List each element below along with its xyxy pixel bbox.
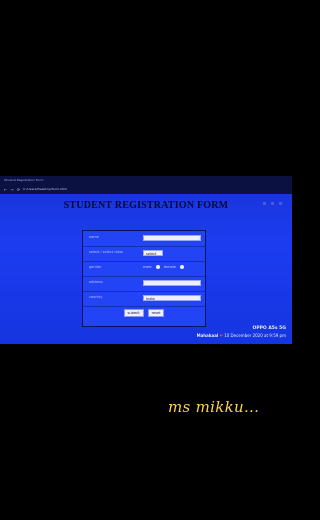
gender-radio-group: male female bbox=[143, 265, 184, 269]
reset-button[interactable]: reset bbox=[147, 309, 165, 317]
gender-option-female-label: female bbox=[163, 265, 176, 269]
form-row-country: country India bbox=[83, 291, 205, 307]
camera-watermark-meta: Mahakaal ❤ 10 December 2020 at 9:59 pm bbox=[197, 333, 286, 338]
heart-icon: ❤ bbox=[219, 333, 223, 338]
name-input[interactable] bbox=[143, 235, 201, 241]
address-bar: ← → ⟳ C:/Users/Desktop/form.html bbox=[4, 185, 288, 193]
address-input[interactable] bbox=[143, 280, 201, 286]
submit-button[interactable]: submit bbox=[123, 309, 144, 317]
gender-label: gender bbox=[89, 265, 102, 269]
window-controls bbox=[263, 202, 282, 205]
form-row-gender: gender male female bbox=[83, 261, 205, 277]
address-label: address bbox=[89, 280, 103, 284]
close-icon[interactable] bbox=[279, 202, 282, 205]
course-select[interactable]: select bbox=[143, 250, 163, 256]
browser-toolbar: Student Registration Form ← → ⟳ C:/Users… bbox=[0, 176, 292, 194]
story-caption: ms mikku... bbox=[168, 398, 260, 416]
country-label: country bbox=[89, 295, 103, 299]
watermark-name: Mahakaal bbox=[196, 333, 219, 338]
reload-icon[interactable]: ⟳ bbox=[17, 187, 20, 192]
country-input[interactable]: India bbox=[143, 295, 201, 301]
course-label: select / select class bbox=[89, 250, 124, 254]
url-text[interactable]: C:/Users/Desktop/form.html bbox=[23, 187, 67, 191]
maximize-icon[interactable] bbox=[271, 202, 274, 205]
forward-icon[interactable]: → bbox=[10, 187, 13, 192]
browser-tab[interactable]: Student Registration Form bbox=[4, 177, 64, 184]
registration-form: name select / select class select gender… bbox=[82, 230, 206, 327]
gender-option-male-label: male bbox=[143, 265, 152, 269]
name-label: name bbox=[89, 235, 99, 239]
gender-radio-female[interactable] bbox=[179, 265, 184, 269]
form-buttons: submit reset bbox=[83, 309, 205, 317]
form-row-name: name bbox=[83, 231, 205, 247]
watermark-timestamp: 10 December 2020 at 9:59 pm bbox=[224, 333, 286, 338]
minimize-icon[interactable] bbox=[263, 202, 266, 205]
page-title: STUDENT REGISTRATION FORM bbox=[63, 200, 229, 211]
form-row-address: address bbox=[83, 276, 205, 292]
back-icon[interactable]: ← bbox=[4, 187, 7, 192]
photographed-monitor: Student Registration Form ← → ⟳ C:/Users… bbox=[0, 176, 292, 344]
form-row-course: select / select class select bbox=[83, 246, 205, 262]
camera-watermark-device: OPPO A5s 5G bbox=[252, 326, 287, 331]
gender-radio-male[interactable] bbox=[155, 265, 160, 269]
